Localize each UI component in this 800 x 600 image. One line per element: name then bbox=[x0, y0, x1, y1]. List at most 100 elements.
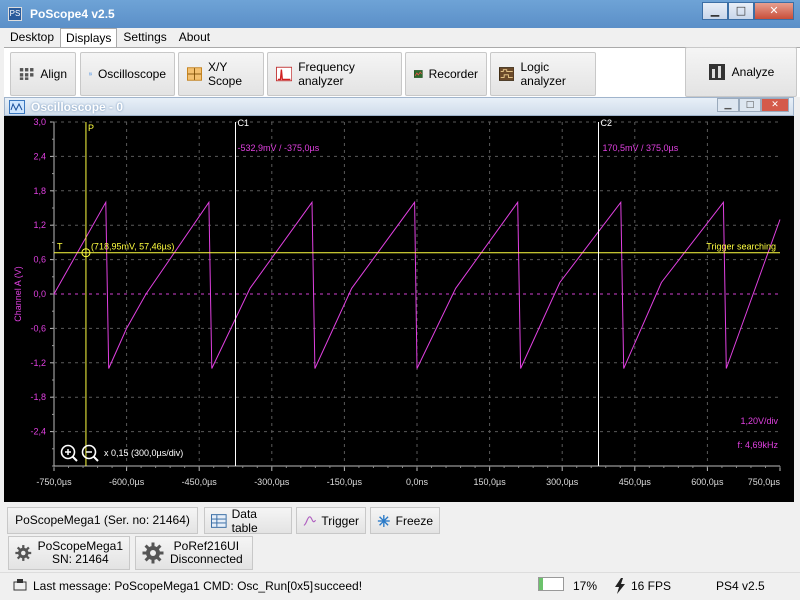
cursor-1-readout: -532,9mV / -375,0µs bbox=[238, 143, 320, 153]
logic-analyzer-button[interactable]: Logic analyzer bbox=[490, 52, 596, 96]
app-icon: PS bbox=[8, 7, 22, 21]
freeze-label: Freeze bbox=[395, 513, 433, 528]
frequency-analyzer-button[interactable]: Frequency analyzer bbox=[267, 52, 402, 96]
menu-about[interactable]: About bbox=[173, 27, 216, 48]
y-tick-label: -1,8 bbox=[30, 392, 46, 402]
title-bar: PS PoScope4 v2.5 ▁ □ ✕ bbox=[0, 0, 800, 28]
menu-displays[interactable]: Displays bbox=[60, 28, 118, 48]
xy-scope-button[interactable]: X/Y Scope bbox=[178, 52, 264, 96]
cursor-2-readout: 170,5mV / 375,0µs bbox=[603, 143, 679, 153]
device-card-poscopemega1[interactable]: PoScopeMega1 SN: 21464 bbox=[8, 536, 130, 570]
align-button[interactable]: Align bbox=[10, 52, 76, 96]
device-card-poref216ui[interactable]: PoRef216UI Disconnected bbox=[135, 536, 253, 570]
usb-icon bbox=[13, 579, 27, 591]
trigger-status: Trigger searching bbox=[706, 242, 776, 252]
volts-per-div: 1,20V/div bbox=[740, 416, 778, 426]
freeze-button[interactable]: Freeze bbox=[370, 507, 440, 534]
oscilloscope-button[interactable]: Oscilloscope bbox=[80, 52, 175, 96]
inner-maximize-button[interactable]: □ bbox=[739, 98, 761, 112]
menu-desktop[interactable]: Desktop bbox=[4, 27, 60, 48]
analyze-button[interactable]: Analyze bbox=[685, 47, 797, 97]
oscilloscope-window-controls: ▁ □ ✕ bbox=[717, 98, 789, 112]
y-tick-label: 1,8 bbox=[33, 186, 46, 196]
x-tick-label: 750,0µs bbox=[748, 477, 781, 487]
app-version: PS4 v2.5 bbox=[716, 579, 765, 593]
x-tick-label: 0,0ns bbox=[406, 477, 429, 487]
xy-scope-icon bbox=[187, 67, 202, 81]
lightning-icon bbox=[615, 578, 625, 594]
align-icon bbox=[19, 68, 34, 80]
y-tick-label: 3,0 bbox=[33, 117, 46, 127]
frequency-readout: f: 4,69kHz bbox=[737, 440, 778, 450]
x-tick-label: -300,0µs bbox=[254, 477, 290, 487]
plot-grid bbox=[50, 121, 781, 471]
oscilloscope-window-title: Oscilloscope - 0 bbox=[31, 99, 124, 114]
x-tick-label: 600,0µs bbox=[691, 477, 724, 487]
x-tick-labels: -750,0µs -600,0µs -450,0µs -300,0µs -150,0µs… bbox=[36, 477, 780, 487]
y-axis-label: Channel A (V) bbox=[13, 266, 23, 322]
trigger-point-readout: (718,95mV, 57,46µs) bbox=[91, 242, 174, 252]
oscilloscope-window-title-bar: Oscilloscope - 0 ▁ □ ✕ bbox=[4, 97, 794, 116]
data-table-button[interactable]: Data table bbox=[204, 506, 292, 535]
data-table-label: Data table bbox=[231, 506, 258, 535]
y-tick-labels: 3,0 2,4 1,8 1,2 0,6 0,0 -0,6 -1,2 -1,8 -2,4 bbox=[30, 117, 46, 437]
oscilloscope-label: Oscilloscope bbox=[97, 67, 166, 81]
zoom-controls bbox=[60, 444, 99, 462]
device-card-text: PoScopeMega1 SN: 21464 bbox=[38, 540, 123, 566]
x-tick-label: -600,0µs bbox=[109, 477, 145, 487]
x-tick-label: 150,0µs bbox=[473, 477, 506, 487]
frequency-analyzer-icon bbox=[276, 66, 293, 82]
menu-bar: Desktop Displays Settings About bbox=[0, 28, 800, 48]
snowflake-icon bbox=[377, 514, 390, 527]
zoom-in-icon[interactable] bbox=[60, 444, 78, 462]
fps-counter: 16 FPS bbox=[631, 579, 672, 593]
oscilloscope-chart[interactable]: 3,0 2,4 1,8 1,2 0,6 0,0 -0,6 -1,2 -1,8 -2,4 -750,… bbox=[4, 116, 794, 502]
close-button[interactable]: ✕ bbox=[754, 2, 794, 20]
trigger-marker-label: T bbox=[57, 242, 63, 252]
trigger-icon bbox=[303, 515, 317, 526]
logic-analyzer-label: Logic analyzer bbox=[520, 60, 566, 88]
x-tick-label: 300,0µs bbox=[546, 477, 579, 487]
analyze-label: Analyze bbox=[731, 65, 775, 79]
minimize-button[interactable]: ▁ bbox=[702, 2, 728, 20]
y-tick-label: -1,2 bbox=[30, 358, 46, 368]
device-serial: SN: 21464 bbox=[51, 552, 109, 566]
cursor-2-label: C2 bbox=[601, 118, 613, 128]
zoom-out-icon[interactable] bbox=[81, 444, 99, 462]
maximize-button[interactable]: □ bbox=[728, 2, 754, 20]
y-tick-label: -0,6 bbox=[30, 323, 46, 333]
recorder-label: Recorder bbox=[428, 67, 478, 81]
last-message: Last message: PoScopeMega1 CMD: Osc_Run[… bbox=[33, 579, 314, 593]
y-tick-label: 1,2 bbox=[33, 220, 46, 230]
xy-scope-label: X/Y Scope bbox=[207, 60, 243, 88]
battery-percent: 17% bbox=[573, 579, 598, 593]
oscilloscope-plot[interactable]: 3,0 2,4 1,8 1,2 0,6 0,0 -0,6 -1,2 -1,8 -2,4 -750,… bbox=[4, 116, 794, 502]
data-table-icon bbox=[211, 513, 227, 528]
battery-fill bbox=[539, 578, 544, 590]
device-selector[interactable]: PoScopeMega1 (Ser. no: 21464) bbox=[7, 507, 198, 534]
inner-minimize-button[interactable]: ▁ bbox=[717, 98, 739, 112]
device-list: PoScopeMega1 SN: 21464 PoRef216UI Discon… bbox=[4, 535, 796, 571]
logic-analyzer-icon bbox=[499, 67, 515, 81]
x-tick-label: 450,0µs bbox=[619, 477, 652, 487]
align-label: Align bbox=[40, 67, 67, 81]
y-tick-label: 0,0 bbox=[33, 289, 46, 299]
x-tick-label: -150,0µs bbox=[327, 477, 363, 487]
x-tick-label: -750,0µs bbox=[36, 477, 72, 487]
inner-close-button[interactable]: ✕ bbox=[761, 98, 789, 112]
analyze-icon bbox=[708, 64, 725, 80]
oscilloscope-icon bbox=[89, 72, 92, 76]
gear-icon bbox=[15, 545, 32, 561]
recorder-icon bbox=[414, 70, 423, 78]
menu-settings[interactable]: Settings bbox=[117, 27, 172, 48]
trigger-button[interactable]: Trigger bbox=[296, 507, 366, 534]
device-card-text: PoRef216UI Disconnected bbox=[170, 540, 243, 566]
ribbon-toolbar: Align Oscilloscope X/Y Scope Frequency a… bbox=[4, 47, 800, 97]
battery-icon bbox=[538, 577, 564, 591]
y-tick-label: 0,6 bbox=[33, 255, 46, 265]
recorder-button[interactable]: Recorder bbox=[405, 52, 487, 96]
y-tick-label: 2,4 bbox=[33, 151, 46, 161]
window-title: PoScope4 v2.5 bbox=[30, 7, 115, 21]
frequency-analyzer-label: Frequency analyzer bbox=[298, 60, 355, 88]
gear-icon bbox=[142, 542, 164, 564]
